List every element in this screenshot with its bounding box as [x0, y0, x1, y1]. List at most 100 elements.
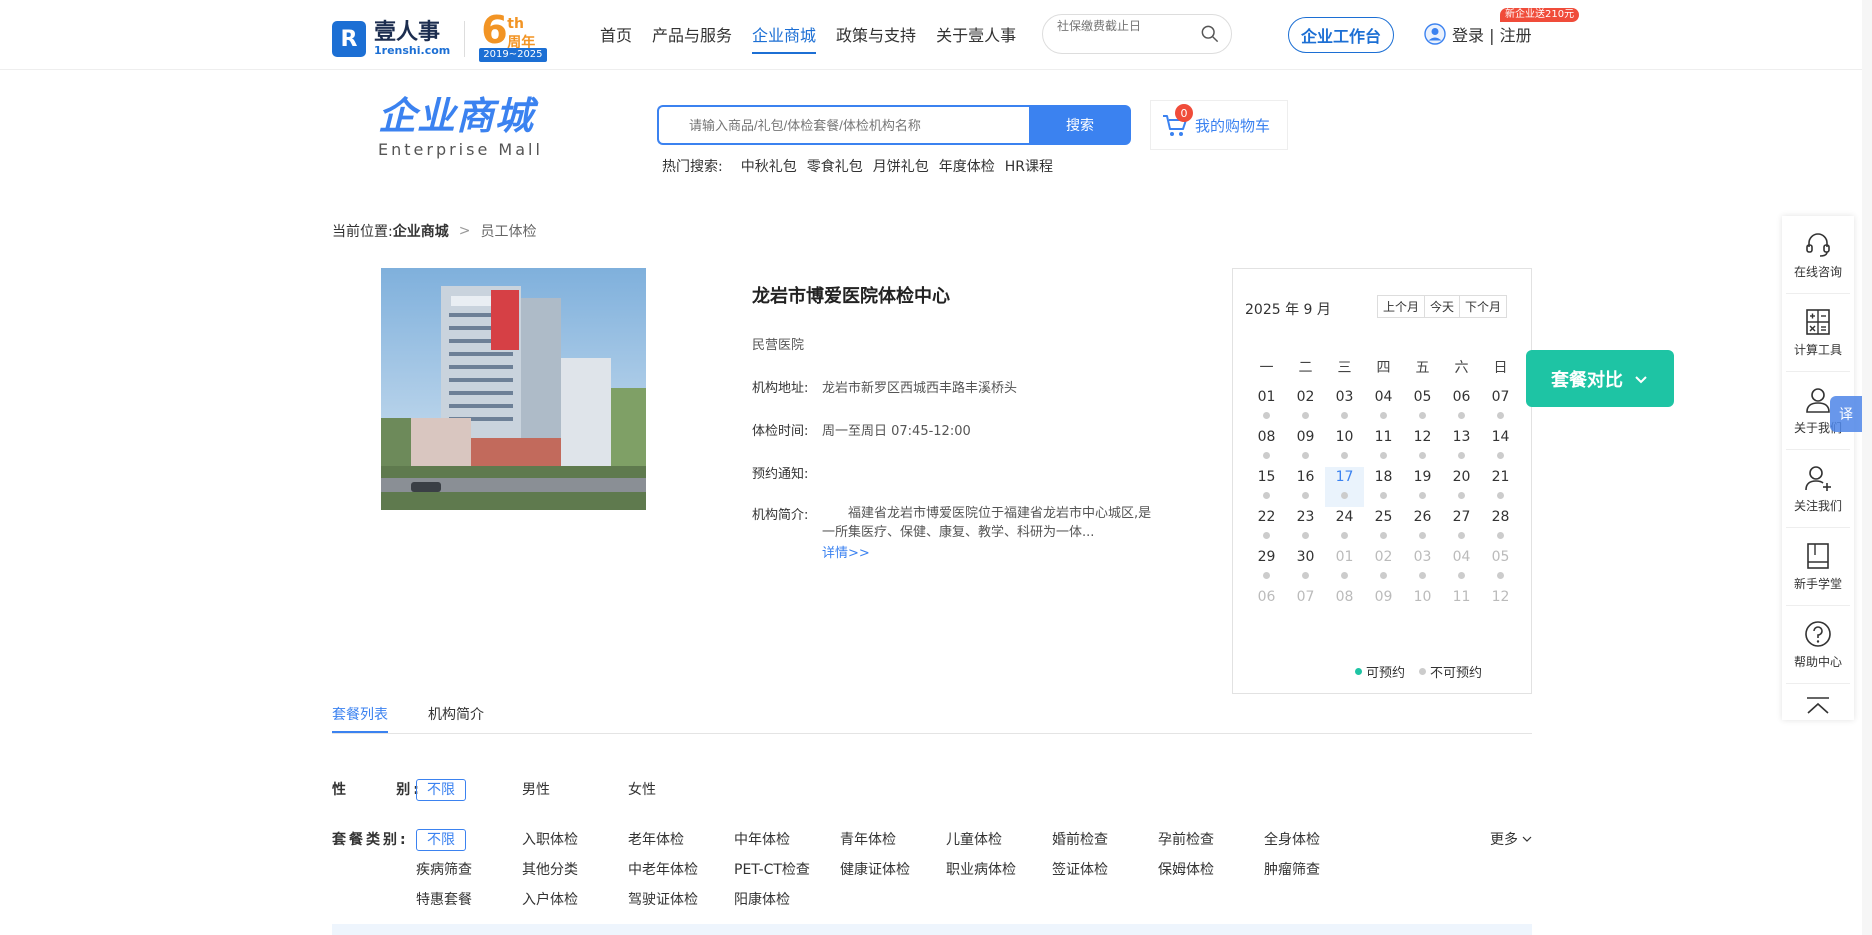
page-scrollbar[interactable] [1862, 0, 1872, 935]
nav-mall[interactable]: 企业商城 [752, 22, 817, 54]
nav-about[interactable]: 关于壹人事 [936, 22, 1016, 54]
category-option[interactable]: 其他分类 [522, 859, 628, 882]
calendar-day[interactable]: 12 [1403, 427, 1442, 467]
calendar-day[interactable]: 21 [1481, 467, 1520, 507]
category-option[interactable]: 阳康体检 [734, 889, 840, 912]
login-register-link[interactable]: 登录 | 注册 [1452, 22, 1532, 46]
calendar-day[interactable]: 08 [1247, 427, 1286, 467]
tab-institution-intro[interactable]: 机构简介 [428, 704, 484, 733]
gender-option[interactable]: 女性 [628, 779, 734, 809]
category-option[interactable]: 中年体检 [734, 829, 840, 859]
calendar-day[interactable]: 12 [1481, 587, 1520, 627]
calendar-day[interactable]: 04 [1364, 387, 1403, 427]
category-option[interactable]: 全身体检 [1264, 829, 1370, 859]
prev-month-button[interactable]: 上个月 [1378, 296, 1426, 317]
category-option[interactable]: 孕前检查 [1158, 829, 1264, 859]
next-month-button[interactable]: 下个月 [1460, 296, 1507, 317]
calendar-day[interactable]: 16 [1286, 467, 1325, 507]
calendar-day[interactable]: 02 [1364, 547, 1403, 587]
calendar-day[interactable]: 05 [1481, 547, 1520, 587]
category-option[interactable]: 入户体检 [522, 889, 628, 912]
calendar-day[interactable]: 20 [1442, 467, 1481, 507]
calendar-day[interactable]: 22 [1247, 507, 1286, 547]
back-to-top-button[interactable] [1782, 684, 1854, 728]
category-option[interactable]: 疾病筛查 [416, 859, 522, 889]
hot-term[interactable]: 年度体检 [939, 156, 995, 176]
calendar-day[interactable]: 04 [1442, 547, 1481, 587]
category-option[interactable]: 青年体检 [840, 829, 946, 859]
calendar-day[interactable]: 14 [1481, 427, 1520, 467]
tab-package-list[interactable]: 套餐列表 [332, 704, 388, 733]
site-logo[interactable]: R 壹人事 1renshi.com 6 th 周年 2019~2025 [332, 8, 547, 64]
search-icon[interactable] [1201, 25, 1219, 43]
calendar-day[interactable]: 13 [1442, 427, 1481, 467]
calendar-day[interactable]: 03 [1325, 387, 1364, 427]
nav-policy[interactable]: 政策与支持 [836, 22, 916, 54]
calendar-day[interactable]: 01 [1247, 387, 1286, 427]
workbench-button[interactable]: 企业工作台 [1288, 17, 1394, 53]
category-option[interactable]: 婚前检查 [1052, 829, 1158, 859]
category-option[interactable]: PET-CT检查 [734, 859, 840, 882]
more-filters-button[interactable]: 更多 [1490, 829, 1532, 849]
calendar-day[interactable]: 11 [1442, 587, 1481, 627]
sidebar-item-consult[interactable]: 在线咨询 [1786, 216, 1850, 294]
hot-term[interactable]: HR课程 [1005, 156, 1053, 176]
calendar-day[interactable]: 08 [1325, 587, 1364, 627]
calendar-day[interactable]: 30 [1286, 547, 1325, 587]
calendar-day[interactable]: 09 [1286, 427, 1325, 467]
calendar-day[interactable]: 09 [1364, 587, 1403, 627]
calendar-day[interactable]: 25 [1364, 507, 1403, 547]
breadcrumb-mall-link[interactable]: 企业商城 [393, 221, 449, 241]
sidebar-item-follow[interactable]: 关注我们 [1786, 450, 1850, 528]
calendar-day[interactable]: 11 [1364, 427, 1403, 467]
calendar-day[interactable]: 18 [1364, 467, 1403, 507]
category-option[interactable]: 健康证体检 [840, 859, 946, 882]
today-button[interactable]: 今天 [1425, 296, 1461, 317]
nav-home[interactable]: 首页 [600, 22, 632, 54]
calendar-day[interactable]: 06 [1247, 587, 1286, 627]
calendar-day[interactable]: 23 [1286, 507, 1325, 547]
category-option[interactable]: 肿瘤筛查 [1264, 859, 1370, 882]
cart-button[interactable]: 我的购物车 [1150, 100, 1288, 150]
calendar-day[interactable]: 10 [1403, 587, 1442, 627]
category-option[interactable]: 保姆体检 [1158, 859, 1264, 882]
mall-search-button[interactable]: 搜索 [1029, 105, 1131, 145]
calendar-day[interactable]: 29 [1247, 547, 1286, 587]
calendar-day[interactable]: 19 [1403, 467, 1442, 507]
calendar-day[interactable]: 07 [1286, 587, 1325, 627]
calendar-day[interactable]: 17 [1325, 467, 1364, 507]
calendar-day[interactable]: 24 [1325, 507, 1364, 547]
category-option[interactable]: 驾驶证体检 [628, 889, 734, 912]
login-area[interactable]: 登录 | 注册 [1424, 22, 1532, 46]
hot-term[interactable]: 月饼礼包 [873, 156, 929, 176]
gender-option[interactable]: 男性 [522, 779, 628, 809]
detail-link[interactable]: 详情>> [822, 542, 1152, 561]
category-option[interactable]: 特惠套餐 [416, 889, 522, 912]
calendar-day[interactable]: 02 [1286, 387, 1325, 427]
category-option[interactable]: 入职体检 [522, 829, 628, 859]
category-option[interactable]: 不限 [416, 829, 522, 859]
calendar-day[interactable]: 07 [1481, 387, 1520, 427]
nav-products[interactable]: 产品与服务 [652, 22, 732, 54]
top-search-input[interactable] [1057, 19, 1197, 33]
hot-term[interactable]: 零食礼包 [807, 156, 863, 176]
calendar-day[interactable]: 10 [1325, 427, 1364, 467]
calendar-day[interactable]: 15 [1247, 467, 1286, 507]
calendar-day[interactable]: 06 [1442, 387, 1481, 427]
package-compare-button[interactable]: 套餐对比 [1526, 350, 1674, 407]
category-option[interactable]: 中老年体检 [628, 859, 734, 882]
sidebar-item-calculator[interactable]: 计算工具 [1786, 294, 1850, 372]
calendar-day[interactable]: 26 [1403, 507, 1442, 547]
category-option[interactable]: 签证体检 [1052, 859, 1158, 882]
category-option[interactable]: 儿童体检 [946, 829, 1052, 859]
translate-button[interactable]: 译 [1830, 396, 1862, 432]
category-option[interactable]: 职业病体检 [946, 859, 1052, 882]
calendar-day[interactable]: 03 [1403, 547, 1442, 587]
category-option[interactable]: 老年体检 [628, 829, 734, 859]
sidebar-item-help[interactable]: 帮助中心 [1786, 606, 1850, 684]
mall-search-input[interactable] [657, 105, 1029, 145]
calendar-day[interactable]: 05 [1403, 387, 1442, 427]
sidebar-item-academy[interactable]: 新手学堂 [1786, 528, 1850, 606]
gender-option[interactable]: 不限 [416, 779, 522, 809]
calendar-day[interactable]: 28 [1481, 507, 1520, 547]
